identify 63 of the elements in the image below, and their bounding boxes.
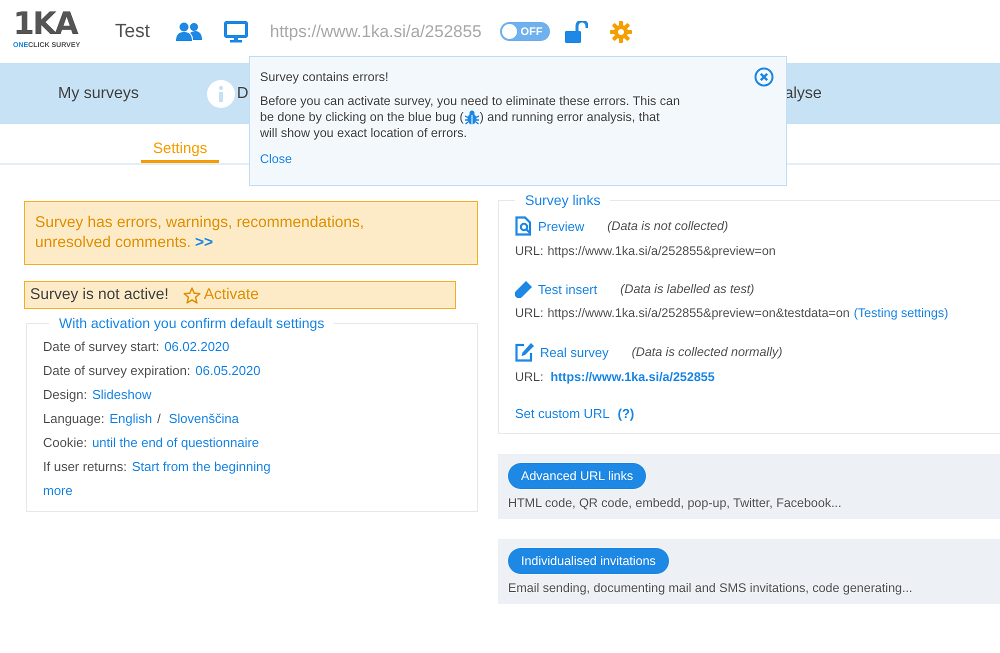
help-link[interactable]: (?) <box>618 406 634 421</box>
survey-url: https://www.1ka.si/a/252855&preview=on <box>547 244 776 258</box>
panel-title: With activation you confirm default settings <box>58 315 326 331</box>
bug-icon <box>464 110 479 124</box>
testing-settings-link[interactable]: (Testing settings) <box>854 306 948 320</box>
survey-link[interactable]: Test insert <box>538 282 598 296</box>
survey-link[interactable]: Real survey <box>540 344 609 360</box>
popup-message: Before you can activate survey, you need to eliminate these errors. This can <box>260 93 680 109</box>
setting-label: Date of survey expiration: <box>43 362 190 380</box>
setting-value-link[interactable]: Start from the beginning <box>132 455 271 479</box>
setting-label: If user returns: <box>43 458 127 476</box>
errors-message: unresolved comments. <box>35 233 191 253</box>
nav-item[interactable]: My surveys <box>58 84 139 102</box>
setting-label: Cookie: <box>43 434 88 452</box>
separator: / <box>157 410 161 428</box>
monitor-icon[interactable] <box>224 20 248 42</box>
active-toggle[interactable]: OFF <box>500 22 550 41</box>
test-tube-icon <box>515 280 533 298</box>
setting-value-link[interactable]: 06.05.2020 <box>195 359 260 383</box>
edit-icon <box>515 342 535 362</box>
close-icon[interactable] <box>754 67 774 87</box>
setting-label: Language: <box>43 410 104 428</box>
setting-value-link[interactable]: English <box>109 407 152 431</box>
survey-link[interactable]: Preview <box>538 218 584 234</box>
url-label: URL: <box>515 306 544 320</box>
popup-message: ) and running error analysis, that <box>480 109 660 125</box>
setting-label: Date of survey start: <box>43 338 160 356</box>
settings-tab[interactable]: Settings <box>141 124 220 163</box>
survey-name: Test <box>115 20 150 42</box>
more-link[interactable]: more <box>43 479 461 503</box>
url-label: URL: <box>515 244 544 258</box>
link-note: (Data is not collected) <box>607 219 728 233</box>
panel-title: Survey links <box>524 192 602 208</box>
feature-button[interactable]: Advanced URL links <box>508 463 646 489</box>
popup-message: be done by clicking on the blue bug ( <box>260 109 464 125</box>
setting-value-link[interactable]: Slovenščina <box>168 407 239 431</box>
custom-url-link[interactable]: Set custom URL <box>515 406 610 421</box>
star-icon <box>182 286 201 304</box>
activation-status: Survey is not active! <box>30 286 169 304</box>
setting-value-link[interactable]: until the end of questionnaire <box>92 431 260 455</box>
setting-value-link[interactable]: Slideshow <box>92 383 152 407</box>
survey-url-link[interactable]: https://www.1ka.si/a/252855 <box>550 370 715 384</box>
setting-label: Design: <box>43 386 88 404</box>
link-note: (Data is labelled as test) <box>620 282 754 296</box>
feature-description: Email sending, documenting mail and SMS invitations, code generating... <box>508 581 912 595</box>
survey-url: https://www.1ka.si/a/252855 <box>270 22 482 42</box>
link-note: (Data is collected normally) <box>632 345 782 359</box>
activate-link[interactable]: Activate <box>182 286 259 304</box>
feature-button[interactable]: Individualised invitations <box>508 548 669 574</box>
users-icon[interactable] <box>176 22 202 42</box>
nav-item[interactable]: D <box>236 84 248 102</box>
popup-message: will show you exact location of errors. <box>260 125 468 141</box>
url-label: URL: <box>515 370 544 384</box>
logo-text: 1KA <box>13 7 78 41</box>
unlocked-padlock-icon[interactable] <box>564 20 588 42</box>
errors-message: Survey has errors, warnings, recommendations, <box>35 213 366 233</box>
errors-link[interactable]: >> <box>194 233 214 253</box>
setting-value-link[interactable]: 06.02.2020 <box>164 335 230 359</box>
popup-title: Survey contains errors! <box>260 70 389 84</box>
feature-description: HTML code, QR code, embedd, pop-up, Twitter, Facebook... <box>508 496 842 510</box>
close-link[interactable]: Close <box>260 152 774 166</box>
survey-url: https://www.1ka.si/a/252855&preview=on&testdata=on <box>547 306 850 320</box>
document-search-icon <box>515 216 533 236</box>
